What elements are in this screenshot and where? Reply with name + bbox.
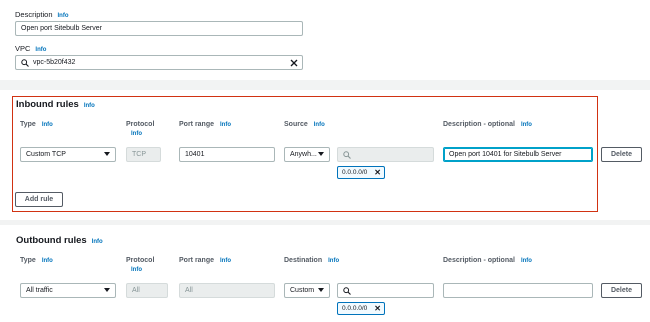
outbound-destination-search[interactable] — [337, 283, 434, 298]
outbound-protocol-info-link[interactable]: Info — [131, 267, 142, 273]
outbound-col-protocol: Protocol — [126, 257, 155, 264]
outbound-col-destination: Destination Info — [284, 257, 340, 264]
search-icon — [21, 59, 29, 67]
chevron-down-icon — [318, 288, 324, 292]
description-input[interactable]: Open port Sitebulb Server — [15, 21, 303, 36]
vpc-info-link[interactable]: Info — [35, 47, 46, 53]
outbound-type-info-link[interactable]: Info — [42, 258, 53, 264]
vpc-label: VPC — [15, 44, 31, 53]
search-icon — [343, 287, 351, 295]
description-info-link[interactable]: Info — [58, 13, 69, 19]
outbound-protocol-field: All — [126, 283, 168, 298]
outbound-col-description: Description - optional Info — [443, 257, 532, 264]
inbound-delete-button[interactable]: Delete — [601, 147, 642, 162]
outbound-type-select[interactable]: All traffic — [20, 283, 116, 298]
outbound-destination-select[interactable]: Custom — [284, 283, 330, 298]
outbound-dest-info-link[interactable]: Info — [328, 258, 339, 264]
outbound-title: Outbound rules — [16, 235, 87, 246]
outbound-rules-panel: Outbound rules Info Type Info Protocol Inf… — [0, 225, 650, 322]
outbound-cidr-token: 0.0.0.0/0 ✕ — [337, 302, 385, 315]
vpc-value: vpc-5b20f432 — [33, 59, 76, 66]
outbound-desc-info-link[interactable]: Info — [521, 258, 532, 264]
outbound-port-info-link[interactable]: Info — [220, 258, 231, 264]
vpc-label-row: VPC Info — [15, 44, 46, 53]
description-label: Description — [15, 10, 53, 19]
outbound-col-port-range: Port range Info — [179, 257, 232, 264]
outbound-delete-button[interactable]: Delete — [601, 283, 642, 298]
clear-icon[interactable] — [290, 59, 298, 67]
chevron-down-icon — [104, 288, 110, 292]
outbound-info-link[interactable]: Info — [92, 239, 103, 245]
outbound-port-range-field: All — [179, 283, 275, 298]
outbound-col-type: Type Info — [20, 257, 53, 264]
outbound-title-row: Outbound rules Info — [16, 235, 103, 246]
description-label-row: Description Info — [15, 10, 69, 19]
remove-token-icon[interactable]: ✕ — [374, 303, 381, 314]
vpc-select[interactable]: vpc-5b20f432 — [15, 55, 303, 70]
highlight-box — [12, 96, 598, 212]
outbound-description-input[interactable] — [443, 283, 593, 298]
basic-details-panel: Description Info Open port Sitebulb Serve… — [0, 0, 650, 80]
